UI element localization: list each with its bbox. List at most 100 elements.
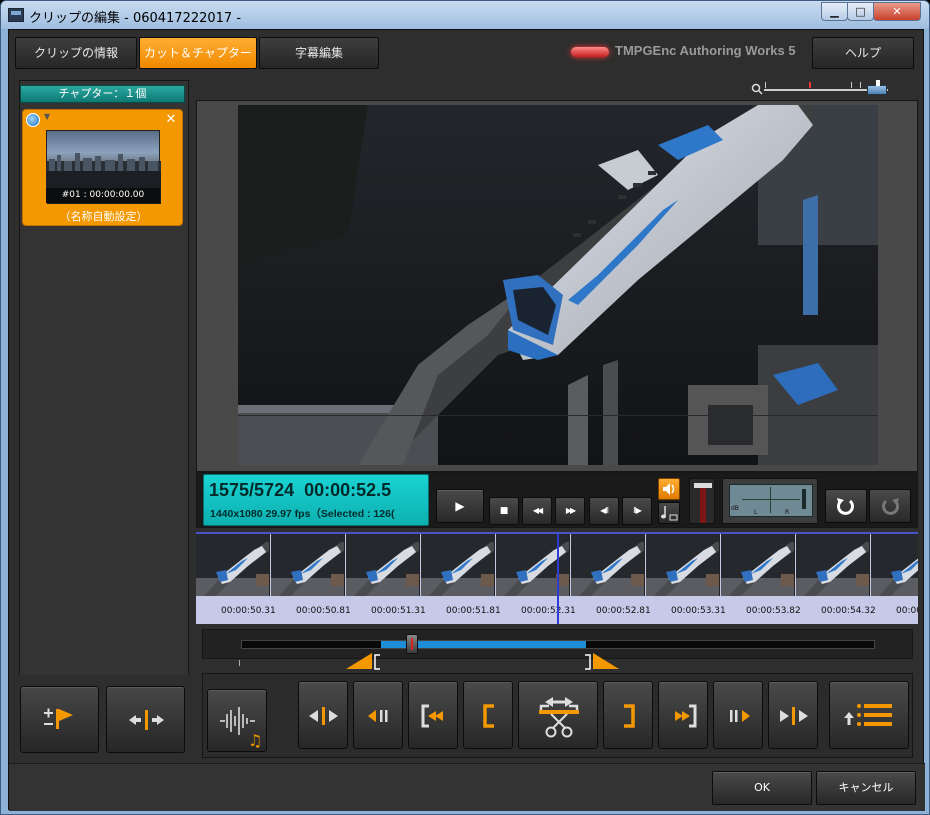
timeline-thumbnail — [271, 534, 345, 596]
zoom-tick — [765, 82, 766, 88]
in-point-handle[interactable] — [344, 651, 384, 673]
split-icon — [129, 710, 164, 730]
playhead-marker — [410, 638, 413, 650]
goto-in-icon — [421, 704, 443, 728]
timeline-playhead[interactable] — [557, 534, 559, 624]
timeline-thumbnail — [721, 534, 795, 596]
zoom-slider-thumb[interactable] — [867, 85, 887, 95]
timeline-strip[interactable]: 00:00:50.31 00:00:50.81 00:00:51.31 00:00:5… — [196, 532, 918, 624]
meter-line — [742, 499, 800, 500]
timeline-thumbnail — [796, 534, 870, 596]
chapter-name: （名称自動設定） — [59, 210, 148, 223]
timeline-time-label: 00:00:54.32 — [821, 606, 876, 616]
timeline-time-label: 00:00:5 — [896, 606, 918, 616]
out-point-handle[interactable] — [581, 651, 621, 673]
step-forward-button[interactable]: II▶ — [622, 497, 652, 525]
zoom-icon — [751, 83, 763, 95]
timeline-thumbnail — [196, 534, 270, 596]
dropdown-arrow-icon[interactable]: ▼ — [44, 112, 50, 121]
next-frame-button[interactable] — [713, 681, 763, 749]
title-bar: クリップの編集 - 060417222017 - ▁ □ ✕ — [1, 1, 929, 29]
edit-clip-window: クリップの編集 - 060417222017 - ▁ □ ✕ クリップの情報 カ… — [0, 0, 930, 815]
globe-icon — [26, 113, 40, 127]
audio-toggle-button[interactable] — [658, 478, 680, 500]
window-title: クリップの編集 - 060417222017 - — [29, 11, 242, 26]
goto-end-button[interactable] — [768, 681, 818, 749]
goto-out-point-button[interactable] — [658, 681, 708, 749]
audio-waveform-button[interactable]: ♫ — [207, 689, 267, 752]
goto-start-icon — [309, 707, 338, 725]
timeline-time-label: 00:00:53.82 — [746, 606, 801, 616]
timeline-thumbnail — [646, 534, 720, 596]
ok-button[interactable]: OK — [712, 771, 812, 805]
redo-button[interactable] — [869, 489, 911, 523]
close-button[interactable]: ✕ — [873, 2, 921, 21]
audio-level-meter: dB L R — [722, 478, 818, 524]
timeline-thumbnail — [421, 534, 495, 596]
fast-forward-button[interactable]: ▶▶ — [555, 497, 585, 525]
maximize-button[interactable]: □ — [847, 2, 874, 21]
cut-button[interactable] — [518, 681, 598, 749]
audio-settings-button[interactable] — [658, 502, 680, 524]
volume-track — [700, 485, 706, 523]
brand-led — [571, 47, 609, 57]
tab-subtitle-edit[interactable]: 字幕編集 — [259, 37, 379, 69]
volume-slider[interactable] — [689, 478, 715, 524]
tab-cut-chapter[interactable]: カット＆チャプター — [139, 37, 257, 69]
zoom-tick-red — [809, 82, 811, 88]
svg-text:♫: ♫ — [248, 731, 262, 750]
tab-clip-info[interactable]: クリップの情報 — [15, 37, 137, 69]
in-bracket-icon — [483, 704, 494, 728]
trim-track[interactable] — [241, 640, 875, 649]
trim-playhead[interactable] — [405, 634, 418, 654]
undo-button[interactable] — [825, 489, 867, 523]
goto-in-point-button[interactable] — [408, 681, 458, 749]
close-icon[interactable]: ✕ — [164, 113, 178, 127]
split-chapter-button[interactable] — [106, 686, 185, 753]
zoom-thumb-grip — [876, 80, 880, 86]
chapter-timestamp: #01 : 00:00:00.00 — [46, 188, 160, 203]
timecode-main: 1575/5724 00:00:52.5 — [209, 480, 391, 501]
meter-left-label: L — [754, 509, 758, 516]
set-out-point-button[interactable] — [603, 681, 653, 749]
prev-frame-button[interactable] — [353, 681, 403, 749]
video-frame-image — [238, 105, 878, 465]
frame-counter: 1575/5724 — [209, 480, 295, 500]
video-info: 1440x1080 29.97 fps（Selected : 126( — [210, 508, 395, 520]
scissors-icon — [539, 697, 579, 738]
timeline-time-label: 00:00:50.81 — [296, 606, 351, 616]
meter-screen: dB L R — [729, 484, 813, 517]
client-area: クリップの情報 カット＆チャプター 字幕編集 TMPGEnc Authoring… — [8, 29, 925, 811]
timecode-display: 1575/5724 00:00:52.5 1440x1080 29.97 fps… — [203, 474, 429, 526]
rewind-button[interactable]: ◀◀ — [522, 497, 552, 525]
chapter-card[interactable]: ▼ ✕ #01 : 00:00:00.00 （名称自動設定） — [22, 109, 183, 226]
volume-thumb — [694, 483, 712, 488]
timeline-time-label: 00:00:53.31 — [671, 606, 726, 616]
brand-name: TMPGEnc Authoring Works 5 — [615, 43, 796, 58]
add-chapter-button[interactable] — [20, 686, 99, 753]
add-chapter-icon — [44, 708, 73, 729]
play-button[interactable]: ▶ — [436, 489, 484, 523]
speaker-icon — [663, 483, 675, 495]
timeline-time-label: 00:00:51.31 — [371, 606, 426, 616]
next-frame-icon — [730, 710, 750, 722]
step-back-button[interactable]: ◀II — [589, 497, 619, 525]
stop-button[interactable]: ■ — [489, 497, 519, 525]
music-note-icon — [661, 506, 678, 521]
out-handle-icon — [585, 653, 620, 670]
minimize-button[interactable]: ▁ — [821, 2, 848, 21]
cut-list-button[interactable] — [829, 681, 909, 749]
timeline-time-label: 00:00:51.81 — [446, 606, 501, 616]
timeline-thumbnail — [871, 534, 918, 596]
chapter-count-header: チャプター：１個 — [20, 85, 185, 103]
goto-out-icon — [675, 704, 697, 728]
timeline-time-label: 00:00:50.31 — [221, 606, 276, 616]
list-icon — [844, 704, 892, 726]
redo-icon — [882, 498, 899, 515]
cancel-button[interactable]: キャンセル — [816, 771, 916, 805]
help-button[interactable]: ヘルプ — [812, 37, 914, 69]
set-in-point-button[interactable] — [463, 681, 513, 749]
timeline-time-label: 00:00:52.81 — [596, 606, 651, 616]
prev-frame-icon — [368, 710, 388, 722]
goto-start-button[interactable] — [298, 681, 348, 749]
